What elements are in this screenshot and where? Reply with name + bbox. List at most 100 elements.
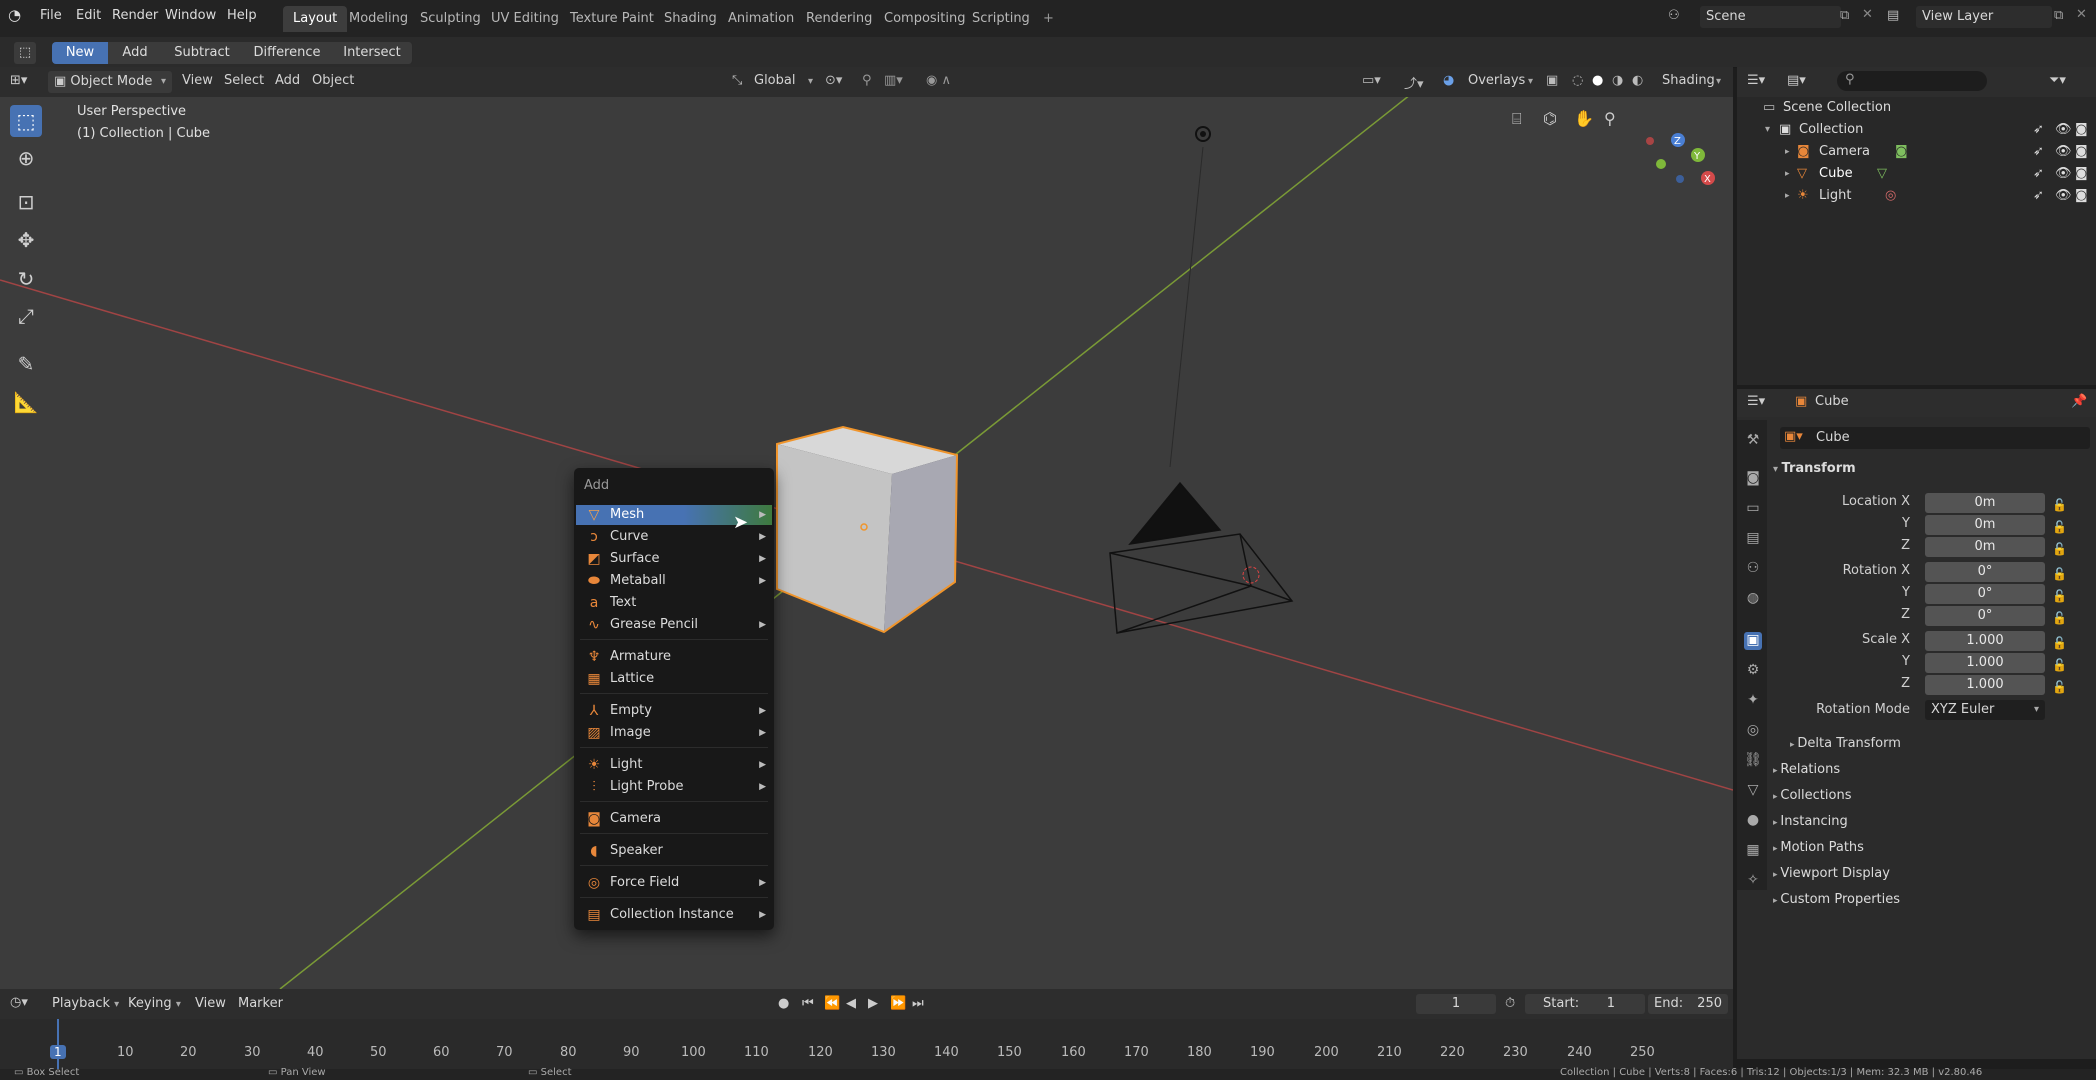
menu-item-collection-instance[interactable]: ▤ Collection Instance ▶ — [576, 905, 772, 925]
physics-tab-icon[interactable]: ◎ — [1744, 722, 1762, 740]
stopwatch-icon[interactable]: ⏱ — [1505, 996, 1515, 1011]
menu-file[interactable]: File — [40, 8, 62, 23]
outliner-editor-type-icon[interactable]: ☰▾ — [1747, 73, 1765, 88]
tab-uv-editing[interactable]: UV Editing — [481, 6, 569, 32]
menu-playback[interactable]: Playback ▾ — [52, 996, 119, 1011]
scene-field[interactable]: Scene — [1700, 6, 1841, 28]
rendered-shading-icon[interactable]: ◐ — [1632, 73, 1643, 88]
add-workspace-icon[interactable]: + — [1033, 6, 1064, 32]
timeline-editor-type-icon[interactable]: ◷▾ — [10, 995, 28, 1010]
jump-start-icon[interactable]: ⏮ — [802, 996, 814, 1011]
location-z-field[interactable]: 0m — [1925, 537, 2045, 557]
menu-window[interactable]: Window — [165, 8, 216, 23]
lock-icons[interactable]: 🔓 🔓 🔓 — [2052, 494, 2067, 560]
menu-add[interactable]: Add — [275, 73, 300, 88]
expand-arrow-icon[interactable]: ▾ — [1765, 119, 1770, 141]
shading-dropdown[interactable]: Shading — [1662, 73, 1715, 88]
rotation-z-field[interactable]: 0° — [1925, 606, 2045, 626]
menu-select[interactable]: Select — [224, 73, 264, 88]
menu-render[interactable]: Render — [112, 8, 158, 23]
location-y-field[interactable]: 0m — [1925, 515, 2045, 535]
menu-item-armature[interactable]: ♆ Armature — [576, 647, 772, 667]
menu-timeline-view[interactable]: View — [195, 996, 226, 1011]
collections-panel-header[interactable]: ▸ Collections — [1773, 788, 1851, 803]
eye-icon[interactable]: 👁 — [2055, 185, 2072, 207]
overlays-dropdown[interactable]: Overlays — [1468, 73, 1525, 88]
texture-tab-icon[interactable]: ▦ — [1744, 842, 1762, 860]
3d-viewport[interactable]: Z Y X User Perspective (1) Collection | … — [0, 97, 1733, 989]
rotate-tool-icon[interactable]: ↻ — [10, 263, 42, 295]
menu-item-camera[interactable]: ◙ Camera — [576, 809, 772, 829]
mode-intersect-button[interactable]: Intersect — [332, 42, 413, 64]
tab-modeling[interactable]: Modeling — [339, 6, 418, 32]
menu-marker[interactable]: Marker — [238, 996, 283, 1011]
render-camera-icon[interactable]: ◙ — [2075, 185, 2088, 207]
selectable-icon[interactable]: ➶ — [2033, 119, 2044, 141]
menu-item-image[interactable]: ▨ Image ▶ — [576, 723, 772, 743]
view-layer-close-icon[interactable]: ✕ — [2076, 7, 2087, 22]
record-icon[interactable]: ● — [778, 996, 789, 1011]
location-x-field[interactable]: 0m — [1925, 493, 2045, 513]
menu-view[interactable]: View — [182, 73, 213, 88]
particles-tab-icon[interactable]: ✦ — [1744, 692, 1762, 710]
constraints-tab-icon[interactable]: ⛓ — [1744, 752, 1762, 770]
object-data-tab-icon[interactable]: ▽ — [1744, 782, 1762, 800]
scene-tab-icon[interactable]: ⚇ — [1744, 560, 1762, 578]
mode-difference-button[interactable]: Difference — [242, 42, 333, 64]
instancing-panel-header[interactable]: ▸ Instancing — [1773, 814, 1848, 829]
tab-layout[interactable]: Layout — [283, 6, 348, 32]
tab-sculpting[interactable]: Sculpting — [410, 6, 491, 32]
selectable-icon[interactable]: ➶ — [2033, 141, 2044, 163]
custom-properties-panel-header[interactable]: ▸ Custom Properties — [1773, 892, 1900, 907]
menu-edit[interactable]: Edit — [76, 8, 101, 23]
motion-paths-panel-header[interactable]: ▸ Motion Paths — [1773, 840, 1864, 855]
eye-icon[interactable]: 👁 — [2055, 141, 2072, 163]
material-shading-icon[interactable]: ◑ — [1612, 73, 1623, 88]
frame-ruler[interactable]: 1 10 20 30 40 50 60 70 80 90 100 110 120… — [0, 1045, 1733, 1063]
scale-x-field[interactable]: 1.000 — [1925, 631, 2045, 651]
menu-help[interactable]: Help — [227, 8, 257, 23]
view-layer-icon[interactable]: ▤ — [1887, 8, 1899, 23]
pin-icon[interactable]: 📌 — [2071, 394, 2087, 409]
jump-keyframe-back-icon[interactable]: ⏪ — [824, 996, 840, 1011]
world-tab-icon[interactable]: ◍ — [1744, 590, 1762, 608]
select-box-tool-icon[interactable]: ⬚ — [14, 42, 36, 64]
selectable-icon[interactable]: ➶ — [2033, 185, 2044, 207]
expand-arrow-icon[interactable]: ▸ — [1785, 141, 1790, 163]
menu-object[interactable]: Object — [312, 73, 354, 88]
annotate-tool-icon[interactable]: ✎ — [10, 348, 42, 380]
eye-icon[interactable]: 👁 — [2055, 163, 2072, 185]
view-layer-tab-icon[interactable]: ▤ — [1744, 530, 1762, 548]
snap-icon[interactable]: ⚲ — [862, 73, 872, 88]
editor-type-icon[interactable]: ⊞▾ — [10, 73, 27, 88]
measure-tool-icon[interactable]: 📐 — [10, 386, 42, 418]
start-frame-field[interactable]: Start: 1 — [1525, 994, 1645, 1014]
transform-panel-header[interactable]: ▾ Transform — [1773, 461, 1856, 476]
current-frame-field[interactable]: 1 — [1416, 994, 1496, 1014]
play-icon[interactable]: ▶ — [868, 996, 878, 1011]
menu-item-empty[interactable]: ⅄ Empty ▶ — [576, 701, 772, 721]
outliner-row-camera[interactable]: ▸ ◙ Camera ◙ ➶ 👁 ◙ — [1737, 141, 2096, 163]
shader-fx-tab-icon[interactable]: ✧ — [1744, 872, 1762, 890]
blender-logo-icon[interactable]: ◔ — [8, 6, 21, 24]
xray-icon[interactable]: ▣ — [1546, 73, 1558, 88]
view-layer-new-icon[interactable]: ⧉ — [2054, 8, 2063, 23]
eye-icon[interactable]: 👁 — [2055, 119, 2072, 141]
object-name-field[interactable]: ▣▾ Cube — [1780, 427, 2090, 449]
cursor-tool-icon[interactable]: ⊕ — [10, 142, 42, 174]
move-tool-icon[interactable]: ✥ — [10, 224, 42, 256]
relations-panel-header[interactable]: ▸ Relations — [1773, 762, 1840, 777]
tab-shading[interactable]: Shading — [654, 6, 727, 32]
mode-dropdown[interactable]: ▣ Object Mode ▾ — [48, 71, 172, 93]
proportional-edit-icon[interactable]: ◉ ∧ — [926, 73, 951, 88]
zoom-icon[interactable]: ⚲ — [1604, 109, 1616, 128]
scene-new-icon[interactable]: ⧉ — [1840, 8, 1849, 23]
render-camera-icon[interactable]: ◙ — [2075, 141, 2088, 163]
rotation-mode-dropdown[interactable]: XYZ Euler ▾ — [1925, 700, 2045, 720]
menu-item-surface[interactable]: ◩ Surface ▶ — [576, 549, 772, 569]
outliner-row-cube[interactable]: ▸ ▽ Cube ▽ ➶ 👁 ◙ — [1737, 163, 2096, 185]
viewport-display-panel-header[interactable]: ▸ Viewport Display — [1773, 866, 1890, 881]
play-reverse-icon[interactable]: ◀ — [846, 996, 856, 1011]
scale-y-field[interactable]: 1.000 — [1925, 653, 2045, 673]
end-frame-field[interactable]: End: 250 — [1648, 994, 1728, 1014]
